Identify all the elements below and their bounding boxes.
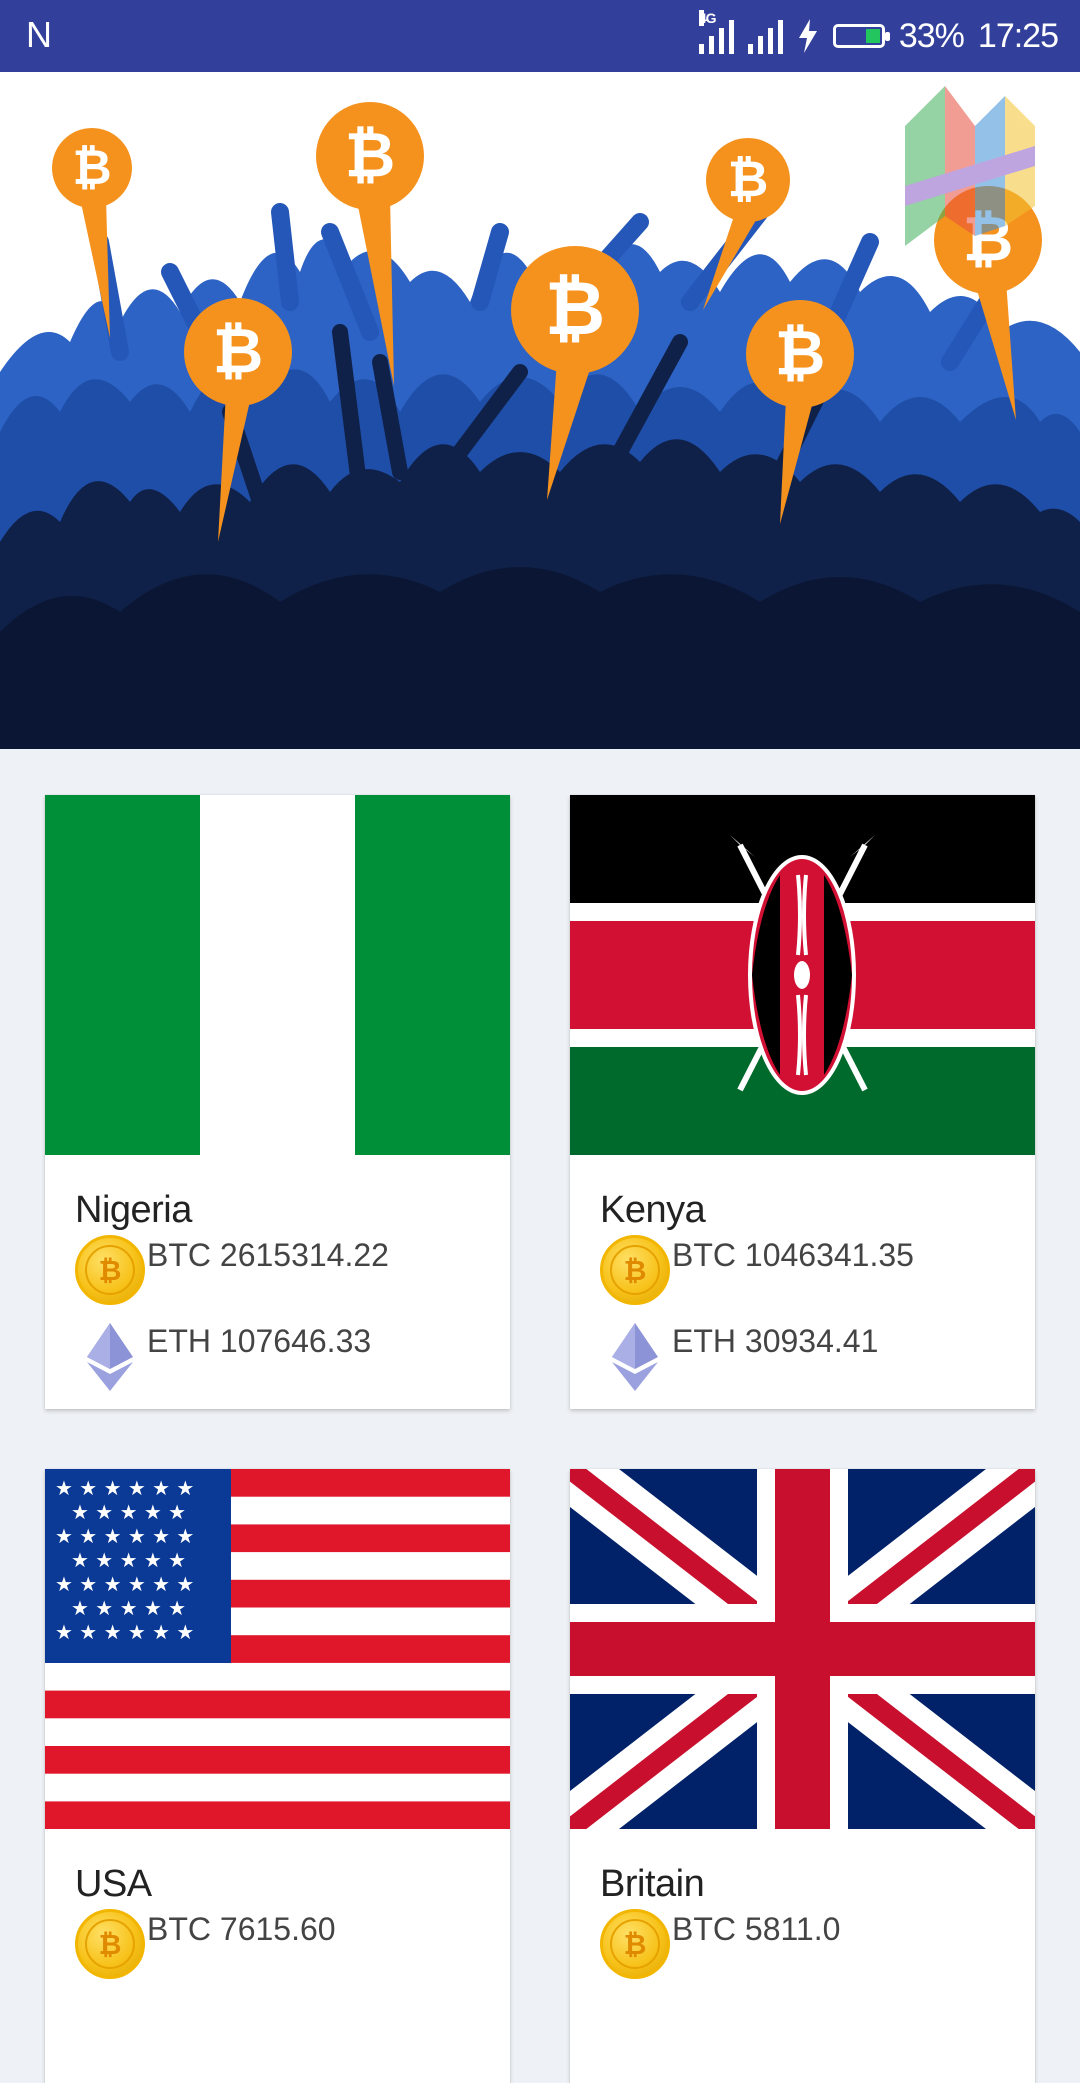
status-indicators: 4G 33% 17:25 xyxy=(698,0,1059,72)
svg-text:₿: ₿ xyxy=(728,150,769,208)
svg-text:★ ★ ★ ★ ★: ★ ★ ★ ★ ★ xyxy=(71,1500,186,1524)
country-name: Britain xyxy=(600,1863,705,1905)
btc-price: BTC 5811.0 xyxy=(672,1911,841,1947)
country-name: USA xyxy=(75,1863,152,1905)
svg-text:₿: ₿ xyxy=(345,118,396,191)
eth-price: ETH 107646.33 xyxy=(147,1323,372,1359)
ethereum-icon xyxy=(87,1323,133,1391)
clock: 17:25 xyxy=(977,16,1059,55)
svg-text:₿: ₿ xyxy=(213,314,264,387)
signal-4g-icon: 4G xyxy=(698,10,734,54)
header-banner: ₿ ₿ ₿ ₿ ₿ ₿ ₿ xyxy=(0,72,1080,749)
btc-price: BTC 7615.60 xyxy=(147,1911,336,1947)
svg-text:★ ★ ★ ★ ★: ★ ★ ★ ★ ★ xyxy=(71,1548,186,1572)
battery-percent: 33% xyxy=(898,16,965,55)
network-label: 4G xyxy=(698,10,717,26)
app-notification-icon: N xyxy=(26,14,52,55)
country-name: Nigeria xyxy=(75,1189,192,1231)
svg-text:₿: ₿ xyxy=(775,316,826,389)
country-card-britain[interactable]: Britain ₿ BTC 5811.0 xyxy=(570,1469,1035,2083)
ethereum-icon xyxy=(612,1323,658,1391)
battery-icon xyxy=(832,24,890,48)
status-bar: N 4G 33% 17:25 xyxy=(0,0,1080,72)
bitcoin-coin-icon: ₿ xyxy=(600,1235,670,1305)
svg-text:★ ★ ★ ★ ★ ★: ★ ★ ★ ★ ★ ★ xyxy=(55,1524,194,1548)
charging-icon xyxy=(798,19,817,53)
nigeria-flag-icon xyxy=(45,795,510,1155)
britain-flag-icon xyxy=(570,1469,1035,1829)
svg-text:★ ★ ★ ★ ★: ★ ★ ★ ★ ★ xyxy=(71,1596,186,1620)
country-card-kenya[interactable]: Kenya ₿ BTC 1046341.35 ETH 30934.41 xyxy=(570,795,1035,1409)
kenya-flag-icon xyxy=(570,795,1035,1155)
signal-icon xyxy=(747,18,783,54)
svg-text:★ ★ ★ ★ ★ ★: ★ ★ ★ ★ ★ ★ xyxy=(55,1476,194,1500)
svg-text:₿: ₿ xyxy=(545,266,605,352)
country-name: Kenya xyxy=(600,1189,706,1231)
svg-text:★ ★ ★ ★ ★ ★: ★ ★ ★ ★ ★ ★ xyxy=(55,1620,194,1644)
eth-price: ETH 30934.41 xyxy=(672,1323,879,1359)
btc-price: BTC 1046341.35 xyxy=(672,1237,914,1273)
bitcoin-coin-icon: ₿ xyxy=(75,1235,145,1305)
svg-text:★ ★ ★ ★ ★ ★: ★ ★ ★ ★ ★ ★ xyxy=(55,1572,194,1596)
country-card-nigeria[interactable]: Nigeria ₿ BTC 2615314.22 ETH 107646.33 xyxy=(45,795,510,1409)
usa-flag-icon: ★ ★ ★ ★ ★ ★ ★ ★ ★ ★ ★ ★ ★ ★ ★ ★ ★ ★ ★ ★ … xyxy=(45,1469,510,1829)
country-card-usa[interactable]: ★ ★ ★ ★ ★ ★ ★ ★ ★ ★ ★ ★ ★ ★ ★ ★ ★ ★ ★ ★ … xyxy=(45,1469,510,2083)
crowd-bitcoin-illustration: ₿ ₿ ₿ ₿ ₿ ₿ ₿ xyxy=(0,86,1080,749)
svg-text:₿: ₿ xyxy=(72,140,111,196)
btc-price: BTC 2615314.22 xyxy=(147,1237,389,1273)
